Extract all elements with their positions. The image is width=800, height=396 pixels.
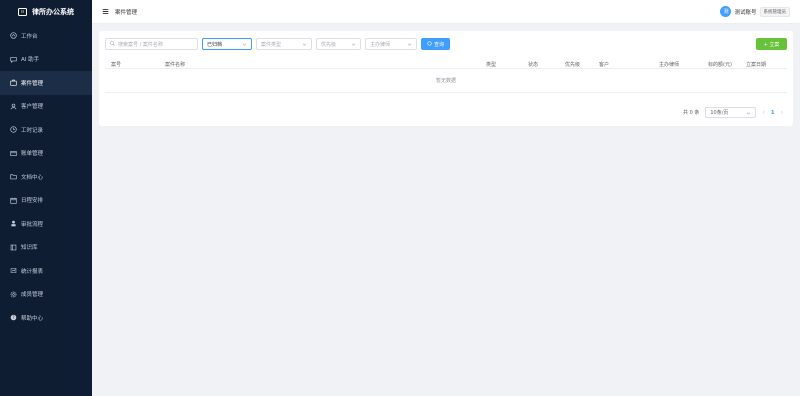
page-size-select[interactable]: 10条/页	[705, 107, 757, 118]
role-badge: 系统管理员	[759, 6, 790, 17]
page-title: 案件管理	[115, 9, 138, 16]
svg-text:?: ?	[12, 315, 14, 320]
sidebar-item-members[interactable]: 成员管理	[0, 283, 92, 307]
column-header-case-name[interactable]: 案件名称	[165, 61, 185, 68]
priority-select[interactable]: 优先级	[316, 38, 361, 50]
column-header-type[interactable]: 类型	[486, 61, 496, 68]
chevron-down-icon	[242, 42, 247, 47]
sidebar-item-label: 工时记录	[21, 127, 44, 134]
sidebar-item-documents[interactable]: 文档中心	[0, 165, 92, 189]
prev-page-button[interactable]: ‹	[762, 109, 764, 116]
sidebar-item-bills[interactable]: 账单管理	[0, 142, 92, 166]
sidebar-item-approvals[interactable]: 审批流程	[0, 212, 92, 236]
sidebar-item-label: 统计报表	[21, 268, 44, 275]
table-header: 案号 案件名称 类型 状态 优先级 客户 主办律师 标的额(元) 立案日期	[105, 58, 787, 69]
table-empty-text: 暂无数据	[105, 69, 787, 93]
sidebar-item-label: 成员管理	[21, 292, 44, 299]
app-title: 律所办公系统	[32, 8, 74, 16]
brand[interactable]: ☷ 律所办公系统	[0, 0, 92, 24]
sidebar-item-help[interactable]: ? 帮助中心	[0, 306, 92, 330]
column-header-lawyer[interactable]: 主办律师	[659, 61, 679, 68]
chevron-down-icon	[407, 42, 412, 47]
menu-toggle-icon[interactable]	[102, 8, 109, 15]
sidebar-item-knowledge-base[interactable]: 知识库	[0, 236, 92, 260]
sidebar-item-reports[interactable]: 统计报表	[0, 259, 92, 283]
status-select[interactable]: 已归档	[202, 38, 252, 50]
new-case-button[interactable]: + 立案	[756, 38, 787, 50]
user-name: 测试账号	[734, 9, 757, 16]
sidebar: ☷ 律所办公系统 工作台 AI 助手 案件管理 客户管理 工时记录 账单管理 文…	[0, 0, 92, 396]
lawyer-select[interactable]: 主办律师	[365, 38, 417, 50]
search-button-label: 查询	[434, 41, 445, 48]
sidebar-item-label: 日程安排	[21, 198, 44, 205]
case-list-card: 搜索案号 / 案件名称 已归档 案件类型 优先级 主办律师 查询 + 立案 案号…	[99, 31, 793, 126]
type-select-placeholder: 案件类型	[261, 41, 282, 48]
sidebar-item-dashboard[interactable]: 工作台	[0, 24, 92, 48]
search-input[interactable]: 搜索案号 / 案件名称	[105, 38, 198, 50]
search-icon	[110, 40, 115, 48]
sidebar-item-label: 案件管理	[21, 80, 44, 87]
sidebar-item-label: 知识库	[21, 245, 38, 252]
chevron-down-icon	[351, 42, 356, 47]
pagination-total: 共 0 条	[682, 110, 700, 116]
column-header-priority[interactable]: 优先级	[565, 61, 580, 68]
page-number-1[interactable]: 1	[771, 110, 775, 116]
lawyer-select-placeholder: 主办律师	[370, 41, 391, 48]
topbar: 案件管理 测 测试账号 系统管理员	[92, 0, 800, 24]
avatar: 测	[720, 6, 732, 17]
calendar-icon	[10, 197, 17, 204]
sidebar-item-label: 文档中心	[21, 174, 44, 181]
sidebar-item-schedule[interactable]: 日程安排	[0, 189, 92, 213]
sidebar-item-label: 账单管理	[21, 151, 44, 158]
column-header-client[interactable]: 客户	[599, 61, 609, 68]
refresh-icon	[427, 40, 432, 48]
user-menu[interactable]: 测 测试账号 系统管理员	[720, 6, 790, 17]
home-icon	[10, 32, 17, 39]
folder-icon	[10, 173, 17, 180]
sidebar-item-label: AI 助手	[21, 57, 40, 64]
sidebar-item-label: 帮助中心	[21, 315, 44, 322]
chat-icon	[10, 56, 17, 63]
bill-icon	[10, 150, 17, 157]
approve-icon	[10, 220, 17, 227]
column-header-status[interactable]: 状态	[528, 61, 538, 68]
sidebar-item-label: 审批流程	[21, 221, 44, 228]
sidebar-item-timesheets[interactable]: 工时记录	[0, 118, 92, 142]
search-placeholder: 搜索案号 / 案件名称	[118, 41, 163, 48]
clock-icon	[10, 126, 17, 133]
search-button[interactable]: 查询	[421, 38, 451, 50]
user-icon	[10, 103, 17, 110]
report-icon	[10, 267, 17, 274]
sidebar-item-clients[interactable]: 客户管理	[0, 95, 92, 119]
priority-select-placeholder: 优先级	[321, 41, 337, 48]
column-header-filing-date[interactable]: 立案日期	[746, 61, 766, 68]
column-header-case-no[interactable]: 案号	[111, 61, 121, 68]
pagination: 共 0 条 10条/页 ‹ 1 ›	[683, 107, 783, 118]
briefcase-icon	[10, 79, 17, 86]
page-size-value: 10条/页	[710, 110, 729, 116]
next-page-button[interactable]: ›	[781, 109, 783, 116]
sidebar-item-ai-assistant[interactable]: AI 助手	[0, 48, 92, 72]
status-select-value: 已归档	[207, 41, 223, 48]
filter-bar: 搜索案号 / 案件名称 已归档 案件类型 优先级 主办律师 查询	[105, 38, 451, 50]
sidebar-item-label: 客户管理	[21, 104, 44, 111]
chevron-down-icon	[746, 111, 751, 116]
gear-icon	[10, 291, 17, 298]
book-icon	[10, 244, 17, 251]
help-icon: ?	[10, 314, 17, 321]
sidebar-item-cases[interactable]: 案件管理	[0, 71, 92, 95]
chevron-down-icon	[302, 42, 307, 47]
sidebar-item-label: 工作台	[21, 33, 38, 40]
column-header-amount[interactable]: 标的额(元)	[708, 61, 732, 68]
type-select[interactable]: 案件类型	[256, 38, 312, 50]
logo-icon: ☷	[18, 8, 27, 16]
sidebar-menu: 工作台 AI 助手 案件管理 客户管理 工时记录 账单管理 文档中心 日程安排	[0, 24, 92, 330]
